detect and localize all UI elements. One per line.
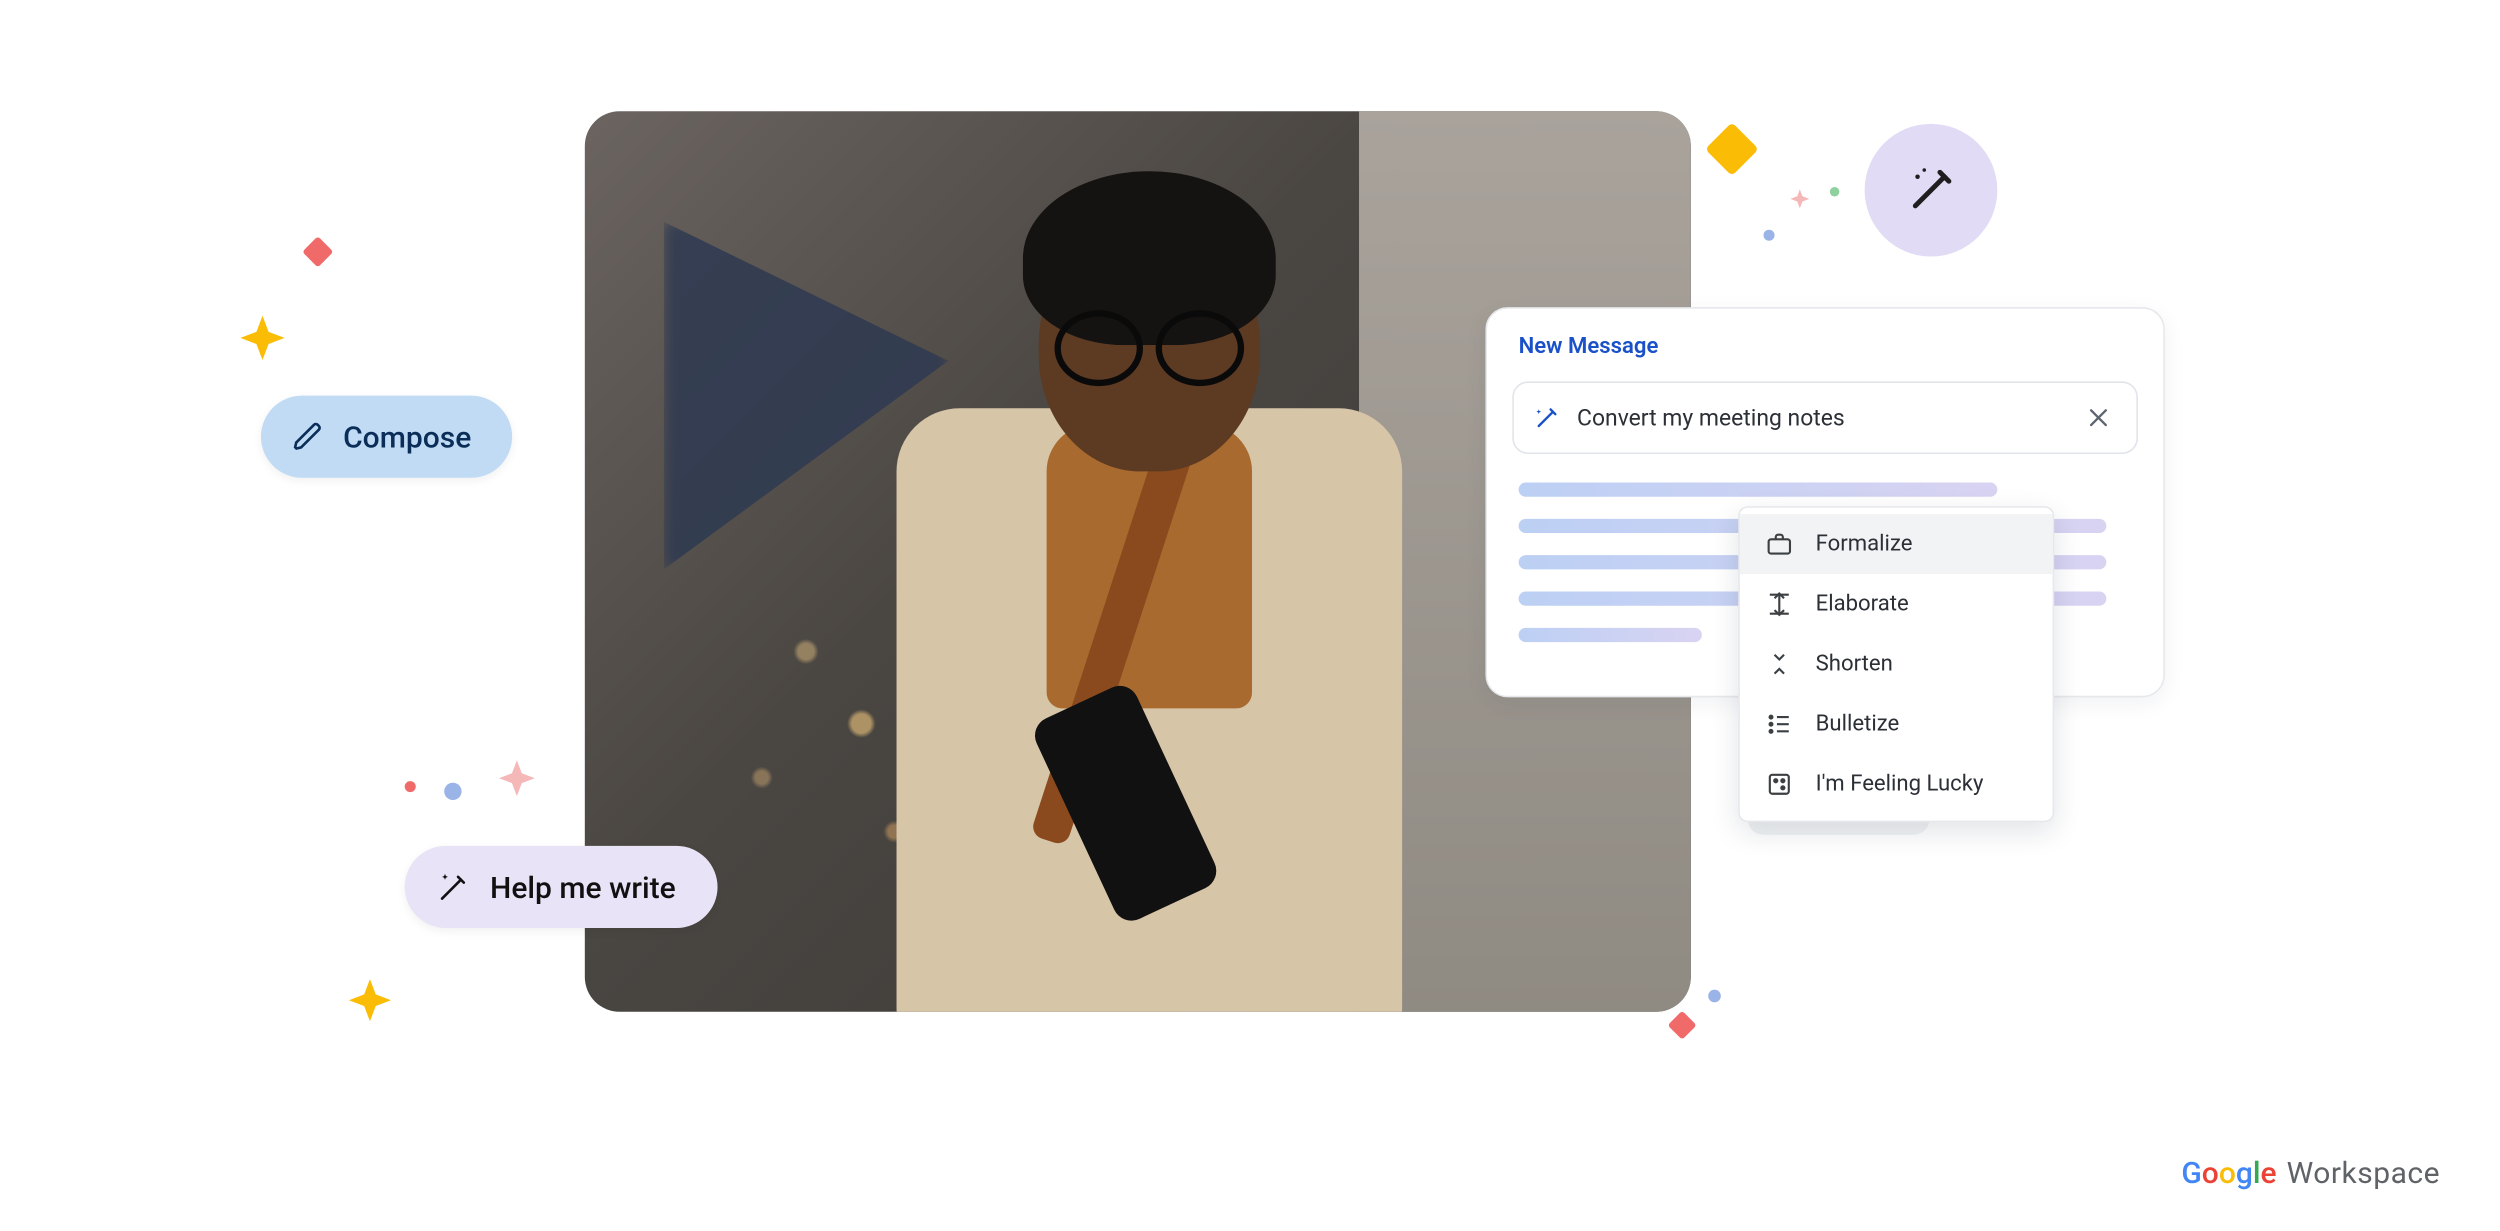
card-title: New Message <box>1519 333 2138 358</box>
expand-vertical-icon <box>1765 589 1793 617</box>
refine-option-lucky[interactable]: I'm Feeling Lucky <box>1740 754 2053 814</box>
dot-icon <box>1830 187 1839 196</box>
compose-chip-label: Compose <box>343 418 471 454</box>
magic-wand-icon <box>436 869 471 904</box>
briefcase-icon <box>1765 529 1793 557</box>
prompt-input-row[interactable]: Convert my meeting notes <box>1512 381 2138 454</box>
sparkle-icon <box>1786 187 1814 215</box>
sparkle-icon <box>1713 130 1751 168</box>
dice-icon <box>1765 770 1793 798</box>
dot-icon <box>1708 989 1721 1002</box>
refine-option-elaborate[interactable]: Elaborate <box>1740 574 2053 634</box>
close-button[interactable] <box>2080 398 2118 436</box>
menu-item-label: Formalize <box>1816 531 1913 556</box>
magic-wand-icon <box>1533 403 1561 431</box>
menu-item-label: Bulletize <box>1816 711 1900 736</box>
sparkle-icon <box>229 310 295 376</box>
refine-option-shorten[interactable]: Shorten <box>1740 634 2053 694</box>
dot-icon <box>1764 229 1775 240</box>
sparkle-icon <box>490 755 544 809</box>
close-icon <box>2086 405 2111 430</box>
refine-option-bulletize[interactable]: Bulletize <box>1740 694 2053 754</box>
compose-chip[interactable]: Compose <box>261 395 512 477</box>
magic-wand-fab[interactable] <box>1865 123 1998 256</box>
menu-item-label: Elaborate <box>1816 591 1909 616</box>
sparkle-icon <box>338 973 401 1036</box>
collapse-vertical-icon <box>1765 649 1793 677</box>
google-workspace-logo: Google Workspace <box>2181 1156 2440 1191</box>
sparkle-icon <box>1672 1014 1693 1035</box>
magic-wand-icon <box>1904 163 1958 217</box>
prompt-text: Convert my meeting notes <box>1577 404 2064 431</box>
menu-item-label: Shorten <box>1816 651 1893 676</box>
pencil-icon <box>293 420 325 452</box>
refine-menu: Formalize Elaborate Shorten Bulletize I'… <box>1738 506 2054 822</box>
dot-icon <box>444 782 461 799</box>
google-wordmark: Google <box>2181 1156 2276 1191</box>
menu-item-label: I'm Feeling Lucky <box>1816 771 1984 796</box>
bullet-list-icon <box>1765 710 1793 738</box>
workspace-wordmark: Workspace <box>2287 1156 2440 1191</box>
help-me-write-label: Help me write <box>490 868 676 904</box>
refine-option-formalize[interactable]: Formalize <box>1740 514 2053 574</box>
sparkle-icon <box>307 240 329 262</box>
dot-icon <box>405 781 416 792</box>
help-me-write-chip[interactable]: Help me write <box>405 845 717 927</box>
